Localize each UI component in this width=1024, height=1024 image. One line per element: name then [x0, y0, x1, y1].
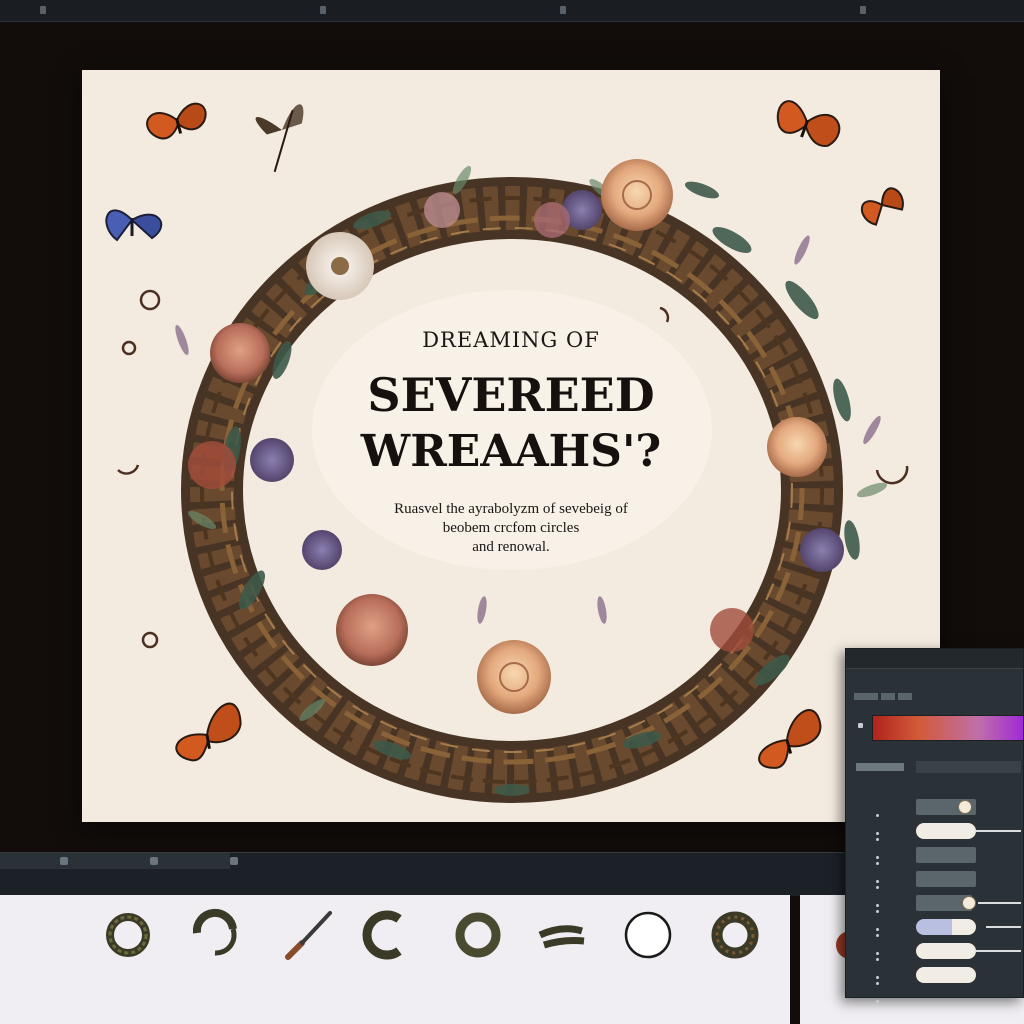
artwork-title-line1: DREAMING OF — [422, 328, 600, 352]
asset-wreath-thick[interactable] — [690, 905, 780, 1020]
property-slider[interactable] — [916, 967, 976, 983]
toolbar-marker[interactable] — [560, 6, 566, 14]
timeline-control[interactable] — [150, 857, 158, 865]
asset-wreath-severed[interactable] — [517, 905, 607, 1020]
row-handle-icon[interactable] — [876, 876, 884, 907]
properties-panel — [845, 648, 1024, 1003]
slider-track — [986, 926, 1021, 928]
property-row — [846, 823, 1024, 859]
property-row — [846, 967, 1024, 1003]
design-app-window: DREAMING OF SEVEREED WREAAHS'? Ruasvel t… — [0, 0, 1024, 1024]
property-row — [846, 895, 1024, 931]
properties-tab[interactable] — [854, 693, 878, 700]
row-handle-icon[interactable] — [876, 972, 884, 1003]
severed-wreath-icon — [538, 925, 585, 949]
slider-track — [976, 950, 1021, 952]
ring-icon — [624, 911, 672, 959]
properties-header — [846, 649, 1023, 669]
slider-track — [976, 830, 1021, 832]
top-toolbar — [0, 0, 1024, 22]
wreath-crescent-icon — [362, 910, 402, 960]
property-row — [846, 871, 1024, 907]
asset-wreath-ring[interactable] — [433, 905, 523, 1020]
timeline-header — [0, 853, 230, 869]
properties-tabs — [854, 693, 912, 700]
swatch-toggle[interactable] — [858, 723, 863, 728]
property-slider[interactable] — [916, 823, 976, 839]
artboard-canvas[interactable]: DREAMING OF SEVEREED WREAAHS'? Ruasvel t… — [82, 70, 940, 822]
asset-ring[interactable] — [603, 905, 693, 1020]
asset-wreath-crescent[interactable] — [340, 905, 430, 1020]
wreath-icon — [106, 913, 150, 957]
timeline-control[interactable] — [60, 857, 68, 865]
slider-knob[interactable] — [958, 800, 972, 814]
row-handle-icon[interactable] — [876, 924, 884, 955]
properties-tab[interactable] — [898, 693, 912, 700]
section-label — [856, 763, 904, 771]
property-row — [846, 919, 1024, 955]
toolbar-marker[interactable] — [40, 6, 46, 14]
timeline-control[interactable] — [230, 857, 238, 865]
knife-icon — [285, 911, 332, 960]
property-row — [846, 943, 1024, 979]
asset-wreath-full[interactable] — [83, 905, 173, 1020]
asset-wreath-half[interactable] — [170, 905, 260, 1020]
artwork-subtitle: Ruasvel the ayrabolyzm of sevebeig of be… — [82, 500, 940, 557]
wreath-arc-icon — [192, 908, 237, 956]
row-handle-icon[interactable] — [876, 948, 884, 979]
property-slider[interactable] — [916, 871, 976, 887]
toolbar-marker[interactable] — [320, 6, 326, 14]
row-handle-icon[interactable] — [876, 804, 884, 835]
butterfly-top-left — [146, 102, 207, 140]
slider-track — [978, 902, 1021, 904]
property-slider[interactable] — [916, 943, 976, 959]
property-slider[interactable] — [916, 847, 976, 863]
subtitle-line2: beobem crcfom circles — [442, 520, 580, 536]
wreath-icon — [711, 911, 759, 959]
wreath-icon — [455, 912, 501, 958]
row-handle-icon[interactable] — [876, 852, 884, 883]
toolbar-marker[interactable] — [860, 6, 866, 14]
slider-knob[interactable] — [962, 896, 976, 910]
section-field[interactable] — [916, 761, 1021, 773]
properties-tab[interactable] — [881, 693, 895, 700]
artwork-title-line2: SEVEREED — [367, 368, 655, 422]
property-row — [846, 799, 1024, 835]
artwork-title-line3: WREAAHS'? — [360, 426, 662, 477]
property-row — [846, 847, 1024, 883]
row-handle-icon[interactable] — [876, 900, 884, 931]
row-handle-icon[interactable] — [876, 828, 884, 859]
subtitle-line1: Ruasvel the ayrabolyzm of sevebeig of — [394, 501, 628, 517]
asset-library-strip — [0, 895, 790, 1024]
gradient-swatch[interactable] — [872, 715, 1024, 741]
property-slider[interactable] — [916, 919, 976, 935]
subtitle-line3: and renowal. — [472, 539, 550, 555]
